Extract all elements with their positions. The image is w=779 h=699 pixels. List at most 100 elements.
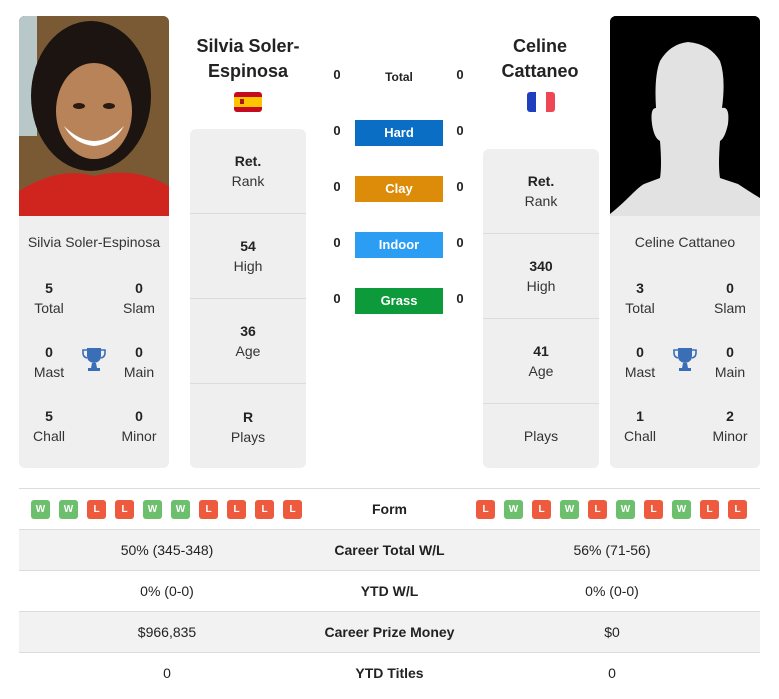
surface-row-indoor: 0 Indoor 0 [320, 232, 480, 258]
value: 0 [135, 344, 143, 360]
player2-form-badge-loss[interactable]: L [588, 499, 607, 519]
label: Slam [123, 300, 155, 316]
player2-titles-chall: 1 Chall [610, 406, 670, 446]
row-label: Career Total W/L [334, 542, 445, 558]
player2-plays: Plays [483, 404, 599, 468]
player1-rank: Ret. Rank [190, 129, 306, 214]
player1-surface-indoor: 0 [333, 235, 341, 250]
player2-age: 41 Age [483, 319, 599, 404]
silhouette-placeholder-icon [610, 16, 760, 216]
label: Mast [624, 364, 656, 380]
player1-titles-chall: 5 Chall [19, 406, 79, 446]
player2-surface-clay: 0 [456, 179, 464, 194]
trophy-icon [673, 348, 697, 371]
value: 1 [636, 408, 644, 424]
player1-card: Silvia Soler-Espinosa 5 Total 0 Slam 0 M… [19, 16, 169, 468]
value: 0 [636, 344, 644, 360]
label: High [233, 258, 263, 274]
player1-name[interactable]: Silvia Soler- Espinosa [178, 34, 318, 84]
player1-plays: R Plays [190, 384, 306, 469]
player2-rank: Ret. Rank [483, 149, 599, 234]
player1-titles: 5 Total 0 Slam 0 Mast 0 Main 5 Chall 0 M… [19, 278, 169, 458]
france-flag-icon [527, 92, 555, 112]
form-row: WWLLWWLLLL Form LWLWLWLWLL [19, 488, 760, 529]
label: Minor [712, 428, 748, 444]
label: High [526, 278, 556, 294]
player2-surface-indoor: 0 [456, 235, 464, 250]
stats-row-prize-money: $966,835 Career Prize Money $0 [19, 611, 760, 652]
player2-titles: 3 Total 0 Slam 0 Mast 0 Main 1 Chall 2 M… [610, 278, 760, 458]
value: Ret. [527, 173, 555, 189]
player1-titles-main: 0 Main [109, 342, 169, 382]
row-label: YTD W/L [360, 583, 419, 599]
player2-form-badge-win[interactable]: W [616, 499, 635, 519]
player2-form: LWLWLWLWLL [476, 499, 747, 519]
label: Rank [524, 193, 558, 209]
player1-titles-mast: 0 Mast [19, 342, 79, 382]
player1-form-badge-win[interactable]: W [143, 499, 162, 519]
label: Total [34, 300, 64, 316]
label: Chall [624, 428, 656, 444]
surface-row-grass: 0 Grass 0 [320, 288, 480, 314]
value: 0 [726, 344, 734, 360]
label: Chall [33, 428, 65, 444]
stats-row-ytd-wl: 0% (0-0) YTD W/L 0% (0-0) [19, 570, 760, 611]
player1-form-badge-win[interactable]: W [171, 499, 190, 519]
value: R [242, 408, 254, 425]
player2-titles-mast: 0 Mast [610, 342, 670, 382]
label: Age [235, 343, 261, 359]
player1-surface-hard: 0 [333, 123, 341, 138]
player1-value: $966,835 [137, 624, 197, 640]
player1-surface-total: 0 [333, 67, 341, 82]
value: 41 [533, 343, 549, 359]
player2-name[interactable]: Celine Cattaneo [470, 34, 610, 84]
player2-card-name[interactable]: Celine Cattaneo [610, 234, 760, 250]
label: Total [625, 300, 655, 316]
label: Mast [33, 364, 65, 380]
value: 0 [45, 344, 53, 360]
surface-badge-clay[interactable]: Clay [355, 176, 443, 202]
player1-form-badge-loss[interactable]: L [115, 499, 134, 519]
player1-form-badge-win[interactable]: W [59, 499, 78, 519]
label: Age [528, 363, 554, 379]
surface-row-total: 0 Total 0 [320, 64, 480, 90]
surface-badge-grass[interactable]: Grass [355, 288, 443, 314]
player2-form-badge-loss[interactable]: L [700, 499, 719, 519]
stats-row-career-wl: 50% (345-348) Career Total W/L 56% (71-5… [19, 529, 760, 570]
value: 5 [45, 408, 53, 424]
player1-form-badge-loss[interactable]: L [283, 499, 302, 519]
player1-value: 0 [163, 665, 171, 681]
player1-form-badge-win[interactable]: W [31, 499, 50, 519]
player1-form-badge-loss[interactable]: L [87, 499, 106, 519]
player1-form-badge-loss[interactable]: L [255, 499, 274, 519]
label: Plays [523, 428, 559, 444]
player2-high: 340 High [483, 234, 599, 319]
player2-form-badge-win[interactable]: W [672, 499, 691, 519]
value: 5 [45, 280, 53, 296]
player1-form-badge-loss[interactable]: L [227, 499, 246, 519]
trophy-icon [82, 348, 106, 371]
player1-surface-grass: 0 [333, 291, 341, 306]
surface-badge-indoor[interactable]: Indoor [355, 232, 443, 258]
player2-form-badge-loss[interactable]: L [644, 499, 663, 519]
player2-value: 56% (71-56) [573, 542, 651, 558]
surface-badge-hard[interactable]: Hard [355, 120, 443, 146]
player2-photo[interactable] [610, 16, 760, 216]
player1-value: 50% (345-348) [120, 542, 214, 558]
player2-form-badge-loss[interactable]: L [476, 499, 495, 519]
player1-card-name[interactable]: Silvia Soler-Espinosa [19, 234, 169, 250]
player1-form-badge-loss[interactable]: L [199, 499, 218, 519]
player1-surface-clay: 0 [333, 179, 341, 194]
form-label: Form [372, 501, 407, 517]
player2-form-badge-win[interactable]: W [560, 499, 579, 519]
player2-form-badge-win[interactable]: W [504, 499, 523, 519]
player1-rank-box: Ret. Rank 54 High 36 Age R Plays [190, 129, 306, 468]
player2-titles-minor: 2 Minor [700, 406, 760, 446]
surface-label-total: Total [385, 70, 413, 84]
player2-form-badge-loss[interactable]: L [532, 499, 551, 519]
player2-form-badge-loss[interactable]: L [728, 499, 747, 519]
spain-flag-icon [234, 92, 262, 112]
label: Main [123, 364, 155, 380]
player1-photo[interactable] [19, 16, 169, 216]
surface-row-hard: 0 Hard 0 [320, 120, 480, 146]
